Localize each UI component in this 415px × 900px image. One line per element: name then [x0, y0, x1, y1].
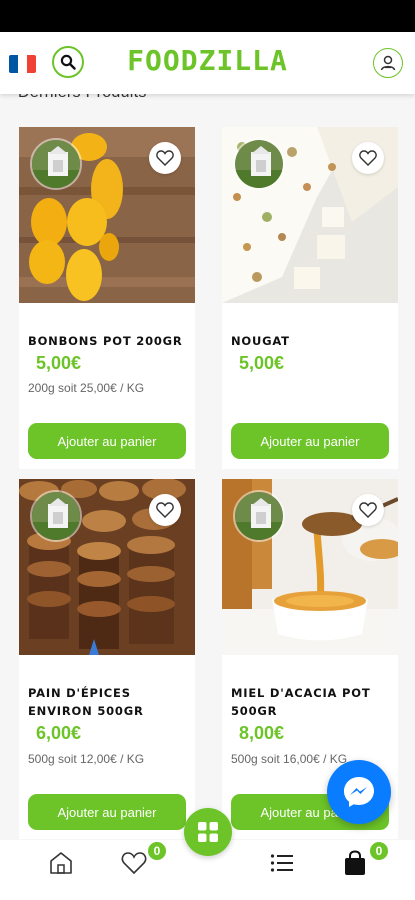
product-card[interactable]: BONBONS POT 200GR 5,00€ 200g soit 25,00€… — [19, 127, 195, 469]
producer-logo — [233, 138, 285, 190]
product-name[interactable]: BONBONS POT 200GR — [28, 332, 193, 350]
producer-logo — [233, 490, 285, 542]
product-name[interactable]: PAIN D'ÉPICES ENVIRON 500GR — [28, 684, 193, 720]
add-to-cart-button[interactable]: Ajouter au panier — [231, 423, 389, 459]
producer-logo — [30, 138, 82, 190]
product-card[interactable]: PAIN D'ÉPICES ENVIRON 500GR 6,00€ 500g s… — [19, 479, 195, 839]
heart-icon — [156, 502, 174, 518]
heart-icon — [156, 150, 174, 166]
nav-menu[interactable] — [267, 848, 297, 878]
product-price: 6,00€ — [36, 723, 82, 743]
nav-cart[interactable] — [340, 848, 370, 878]
product-name[interactable]: NOUGAT — [231, 332, 396, 350]
add-to-cart-button[interactable]: Ajouter au panier — [28, 794, 186, 830]
shopping-bag-icon — [345, 850, 365, 875]
status-bar — [0, 0, 415, 32]
wishlist-count-badge: 0 — [147, 841, 167, 861]
product-unit-price: 500g soit 16,00€ / KG — [231, 752, 348, 766]
app-header: FOODZILLA — [0, 32, 415, 94]
product-card[interactable]: NOUGAT 5,00€ Ajouter au panier — [222, 127, 398, 469]
nougat-image[interactable] — [222, 127, 398, 303]
heart-icon — [121, 852, 147, 875]
list-icon — [270, 854, 293, 872]
honey-image[interactable] — [222, 479, 398, 655]
candies-image[interactable] — [19, 127, 195, 303]
product-unit-price: 200g soit 25,00€ / KG — [28, 381, 145, 395]
favorite-button[interactable] — [352, 142, 384, 174]
favorite-button[interactable] — [149, 494, 181, 526]
cart-count-badge: 0 — [369, 841, 389, 861]
nav-wishlist[interactable] — [119, 848, 149, 878]
nav-home[interactable] — [46, 848, 76, 878]
favorite-button[interactable] — [149, 142, 181, 174]
account-button[interactable] — [373, 48, 403, 78]
product-price: 5,00€ — [239, 353, 285, 373]
favorite-button[interactable] — [352, 494, 384, 526]
producer-logo — [30, 490, 82, 542]
search-icon — [60, 54, 76, 70]
grid-icon — [198, 822, 218, 842]
home-icon — [50, 852, 72, 874]
product-price: 8,00€ — [239, 723, 285, 743]
product-name[interactable]: MIEL D'ACACIA POT 500GR — [231, 684, 396, 720]
heart-icon — [359, 150, 377, 166]
gingerbread-image[interactable] — [19, 479, 195, 655]
france-flag-icon[interactable] — [9, 55, 36, 73]
product-price: 5,00€ — [36, 353, 82, 373]
product-unit-price: 500g soit 12,00€ / KG — [28, 752, 145, 766]
messenger-icon — [344, 777, 374, 807]
add-to-cart-button[interactable]: Ajouter au panier — [28, 423, 186, 459]
search-button[interactable] — [52, 46, 84, 78]
user-icon — [380, 55, 396, 71]
messenger-chat-button[interactable] — [327, 760, 391, 824]
heart-icon — [359, 502, 377, 518]
categories-fab-button[interactable] — [184, 808, 232, 856]
